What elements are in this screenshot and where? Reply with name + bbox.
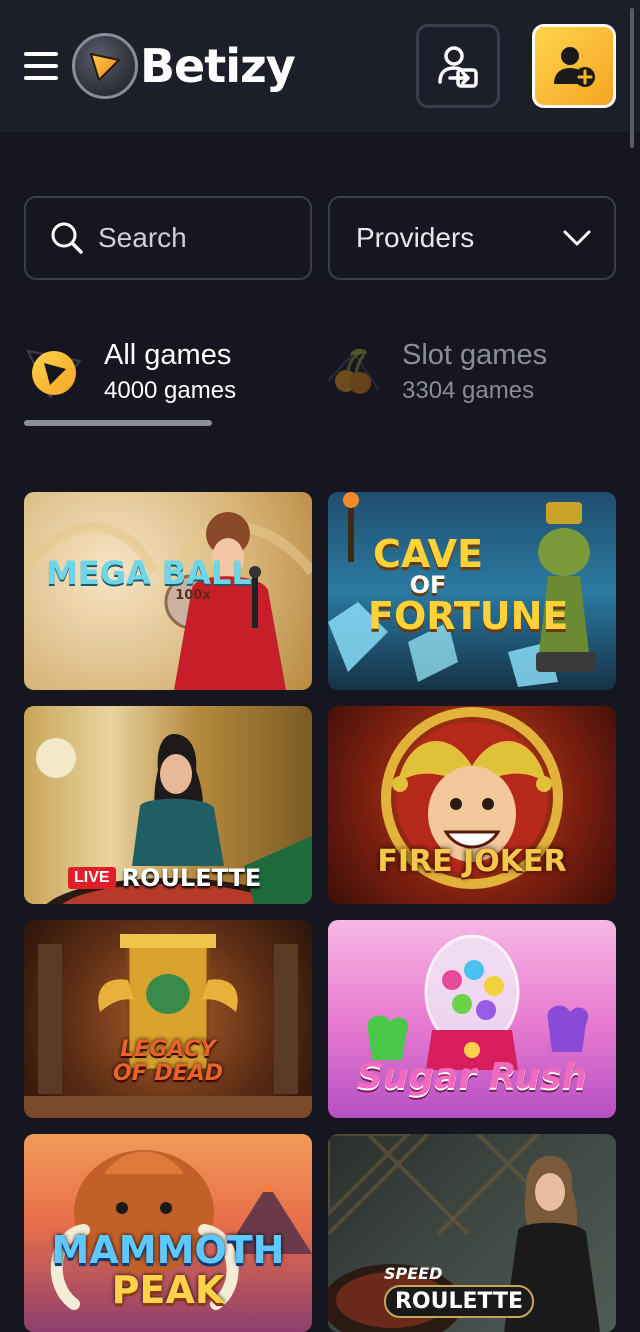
tab-slot-games[interactable]: Slot games 3304 games — [322, 336, 547, 406]
game-card-fire-joker[interactable]: FIRE JOKER — [328, 706, 616, 904]
active-tab-indicator — [24, 420, 212, 426]
game-card-sugar-rush[interactable]: Sugar Rush — [328, 920, 616, 1118]
search-placeholder: Search — [98, 222, 187, 253]
tab-title: All games — [104, 339, 232, 371]
scrollbar[interactable] — [630, 8, 634, 148]
game-card-live-roulette[interactable]: LIVE ROULETTE — [24, 706, 312, 904]
providers-label: Providers — [356, 222, 475, 253]
category-tabs: All games 4000 games Slot games 3304 gam… — [24, 336, 616, 436]
game-card-legacy-of-dead[interactable]: LEGACY OF DEAD — [24, 920, 312, 1118]
search-icon — [51, 222, 83, 254]
brand-name: Betizy — [140, 39, 296, 93]
login-button[interactable] — [416, 24, 500, 108]
game-title: MAMMOTH PEAK — [51, 1228, 285, 1312]
chevron-down-icon — [563, 230, 591, 246]
multiplier-badge: 100x — [175, 588, 211, 603]
game-card-cave-of-fortune[interactable]: CAVE OF FORTUNE — [328, 492, 616, 690]
live-badge: LIVE — [68, 867, 116, 889]
search-input[interactable]: Search — [24, 196, 312, 280]
game-card-speed-roulette[interactable]: SPEED ROULETTE — [328, 1134, 616, 1332]
providers-dropdown[interactable]: Providers — [328, 196, 616, 280]
game-card-mammoth-peak[interactable]: MAMMOTH PEAK — [24, 1134, 312, 1332]
tab-all-games[interactable]: All games 4000 games — [24, 336, 236, 406]
top-header: Betizy — [0, 0, 640, 148]
game-title: LEGACY OF DEAD — [113, 1037, 223, 1086]
tab-count: 4000 games — [104, 377, 237, 404]
game-title: MEGA BALL — [46, 554, 252, 592]
cherries-icon — [322, 341, 382, 401]
tab-count: 3304 games — [402, 377, 535, 404]
game-artwork — [24, 934, 312, 1118]
tab-title: Slot games — [402, 339, 548, 371]
speed-badge: SPEED — [384, 1264, 443, 1283]
register-button[interactable] — [532, 24, 616, 108]
play-badge-icon — [24, 341, 84, 401]
games-grid: MEGA BALL 100x CAVE OF FORTUNE LIVE ROUL… — [24, 492, 616, 1332]
game-title: SPEED ROULETTE — [384, 1264, 534, 1318]
game-card-mega-ball[interactable]: MEGA BALL 100x — [24, 492, 312, 690]
game-title: Sugar Rush — [356, 1056, 588, 1097]
game-title: LIVE ROULETTE — [68, 864, 261, 892]
user-login-icon — [438, 46, 478, 88]
user-plus-icon — [554, 47, 595, 87]
brand-logo[interactable]: Betizy — [72, 32, 296, 100]
play-triangle-logo-icon — [72, 33, 138, 99]
hamburger-menu-icon[interactable] — [24, 52, 58, 80]
game-title: CAVE OF FORTUNE — [368, 532, 569, 638]
game-title: FIRE JOKER — [377, 844, 567, 879]
